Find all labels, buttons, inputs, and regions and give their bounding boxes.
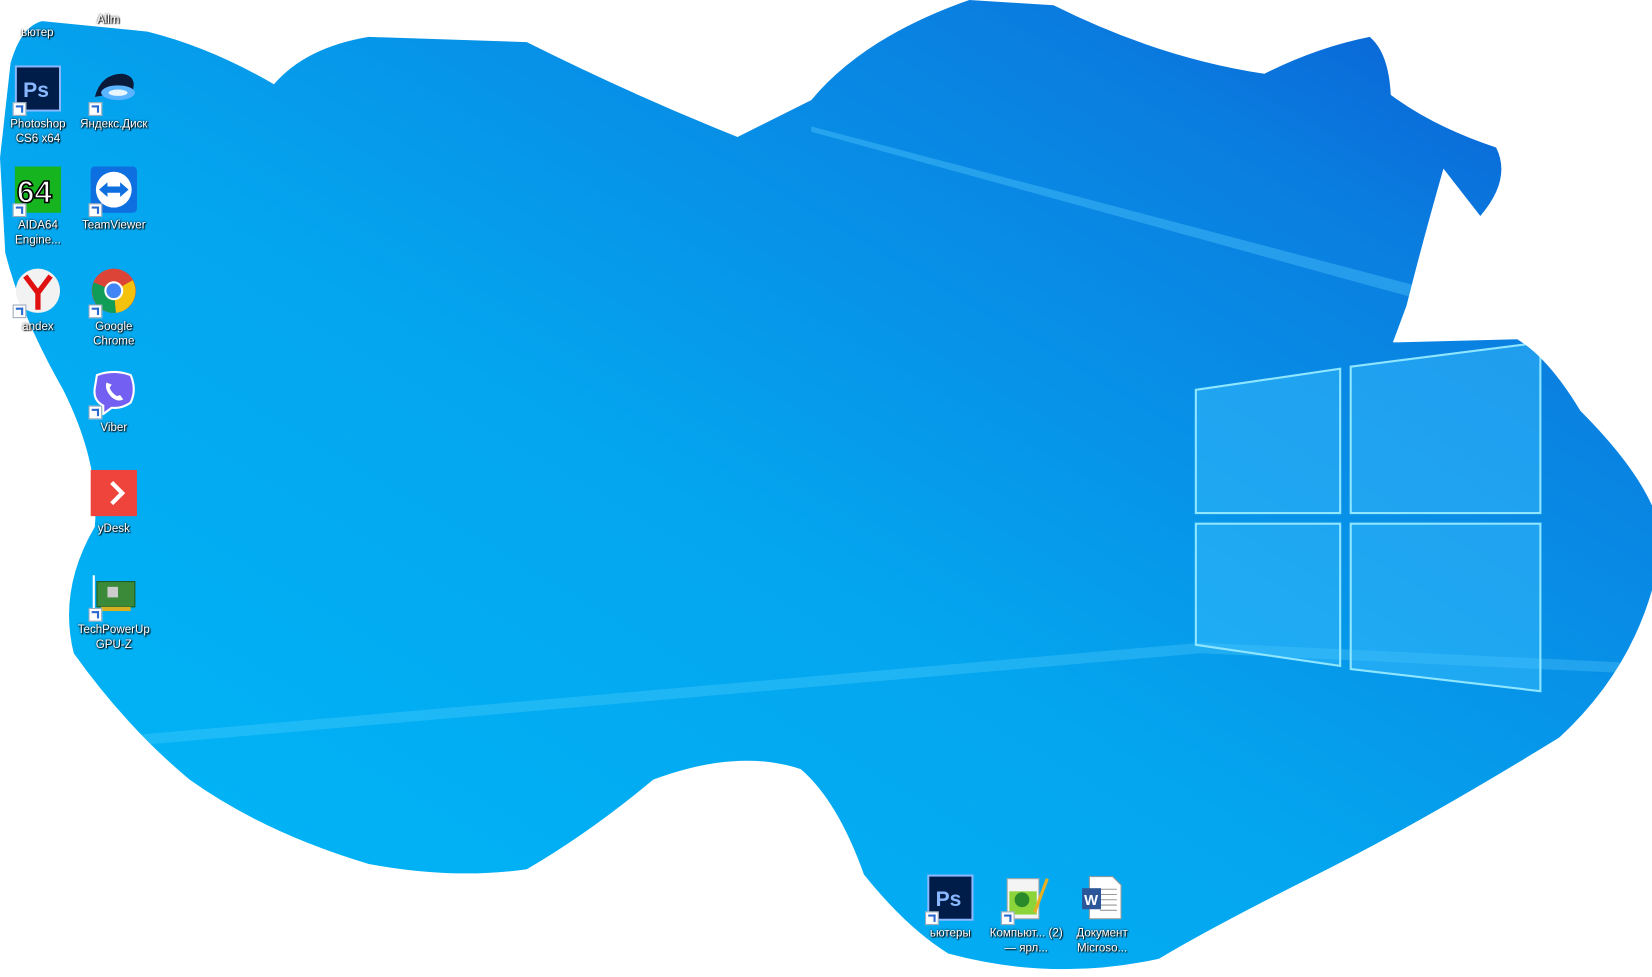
desktop-icon-aida64[interactable]: 64 AIDA64 Engine...: [0, 166, 76, 247]
desktop: ьютер Allm Ps Photoshop CS6 x64 Яндекс.Д…: [0, 0, 1652, 977]
desktop-icon-viber[interactable]: Viber: [76, 369, 152, 435]
yandex-disk-icon: [88, 65, 137, 116]
svg-text:W: W: [1084, 893, 1098, 909]
desktop-icon-yandex-browser[interactable]: andex: [0, 268, 76, 334]
desktop-icon-anydesk[interactable]: yDesk: [76, 469, 152, 536]
desktop-icon-chrome[interactable]: Google Chrome: [76, 268, 152, 349]
desktop-icon-yandex-disk[interactable]: Яндекс.Диск: [76, 65, 152, 131]
viber-icon: [88, 369, 137, 420]
svg-text:Ps: Ps: [23, 79, 49, 102]
photoshop-icon: Ps: [925, 874, 974, 926]
desktop-icon-word-document[interactable]: W Документ Microso...: [1064, 874, 1140, 955]
wallpaper: [0, 0, 1652, 970]
chrome-icon: [88, 268, 137, 319]
desktop-icon-teamviewer[interactable]: TeamViewer: [76, 166, 152, 232]
anydesk-icon: [90, 469, 137, 517]
photoshop-icon: Ps: [12, 65, 62, 116]
partial-label: ьютер: [21, 26, 54, 39]
word-document-icon: W: [1079, 874, 1125, 920]
desktop-icon-gpuz[interactable]: TechPowerUp GPU-Z: [76, 571, 152, 652]
desktop-icon-notepadpp-shortcut[interactable]: Компьют... (2) — ярл...: [988, 874, 1064, 955]
desktop-icon-photoshop-shortcut[interactable]: Ps ьютеры: [912, 874, 988, 940]
partial-label: Allm: [96, 13, 120, 27]
notepadpp-icon: [1000, 874, 1049, 926]
yandex-browser-icon: [12, 268, 61, 319]
aida64-icon: 64: [12, 166, 62, 218]
desktop-icon-photoshop[interactable]: Ps Photoshop CS6 x64: [0, 65, 76, 146]
gpuz-icon: [88, 571, 137, 622]
svg-text:Ps: Ps: [936, 888, 962, 911]
teamviewer-icon: [88, 166, 137, 218]
